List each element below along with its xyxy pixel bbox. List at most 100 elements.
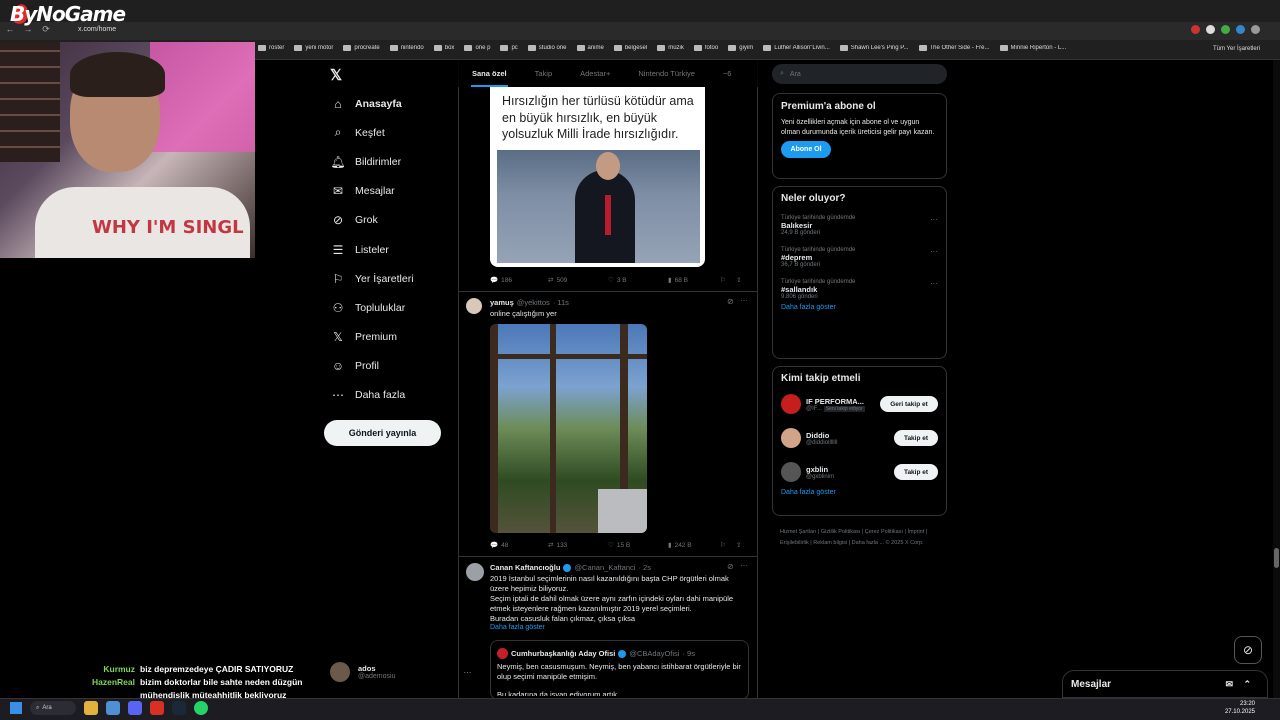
follow-suggestion[interactable]: IF PERFORMA... @IF... Seni takip ediyor G…: [781, 393, 938, 415]
sidebar-item-bildirimler[interactable]: 🔔︎ Bildirimler: [323, 147, 453, 176]
show-more-link[interactable]: Daha fazla göster: [781, 489, 938, 496]
follow-button[interactable]: Geri takip et: [880, 396, 938, 412]
grok-icon[interactable]: ⊘: [1234, 636, 1262, 664]
bookmark-item[interactable]: The Other Side - Fre...: [918, 45, 990, 51]
bookmark-item[interactable]: nintendo: [389, 45, 424, 51]
account-switcher[interactable]: ados @ademosiu ···: [330, 662, 471, 682]
sidebar-item-mesajlar[interactable]: ✉ Mesajlar: [323, 177, 453, 206]
bookmark-item[interactable]: Minnie Riperton - L...: [999, 45, 1066, 51]
repost-button[interactable]: ⇄ 133: [548, 541, 608, 550]
author-name[interactable]: yamuş: [490, 298, 514, 307]
bookmark-item[interactable]: yeni motor: [294, 45, 333, 51]
bookmark-item[interactable]: studio one: [527, 45, 567, 51]
more-icon[interactable]: ···: [930, 215, 938, 224]
more-icon[interactable]: ···: [740, 296, 748, 305]
sidebar-item-premium[interactable]: 𝕏 Premium: [323, 323, 453, 352]
show-more-link[interactable]: Daha fazla göster: [490, 624, 545, 631]
scrollbar[interactable]: [1273, 60, 1280, 700]
extension-icon[interactable]: [1236, 25, 1245, 34]
extension-icon[interactable]: [1191, 25, 1200, 34]
post-button[interactable]: Gönderi yayınla: [324, 420, 441, 446]
tab-list[interactable]: Adestar+: [580, 69, 610, 78]
views-button[interactable]: ▮ 68 B: [668, 276, 720, 285]
avatar[interactable]: [466, 298, 482, 314]
bookmark-item[interactable]: fotoo: [693, 45, 718, 51]
share-icon[interactable]: ⇪: [736, 276, 741, 284]
more-icon[interactable]: ···: [930, 247, 938, 256]
bookmark-item[interactable]: one p: [464, 45, 490, 51]
show-more-link[interactable]: Daha fazla göster: [781, 304, 938, 311]
author-name[interactable]: Canan Kaftancıoğlu: [490, 563, 560, 572]
tab-following[interactable]: Takip: [535, 69, 553, 78]
extension-icon[interactable]: [1251, 25, 1260, 34]
post-photo[interactable]: [490, 324, 647, 533]
bookmark-item[interactable]: müzik: [657, 45, 684, 51]
post-time[interactable]: · 11s: [553, 298, 569, 307]
app-icon[interactable]: [106, 701, 120, 715]
taskbar-search[interactable]: ⌕ Ara: [30, 701, 76, 715]
reply-button[interactable]: 💬 48: [490, 541, 548, 550]
views-button[interactable]: ▮ 242 B: [668, 541, 720, 550]
share-icon[interactable]: ⇪: [736, 541, 741, 549]
scrollbar-thumb[interactable]: [1274, 548, 1279, 568]
tab-more[interactable]: ~6: [723, 69, 732, 78]
messages-drawer[interactable]: Mesajlar ✉ ⌃: [1062, 670, 1268, 698]
tab-list[interactable]: Nintendo Türkiye: [638, 69, 695, 78]
all-bookmarks[interactable]: Tüm Yer İşaretleri: [1213, 46, 1260, 52]
bookmark-item[interactable]: roster: [258, 45, 284, 51]
bookmark-item[interactable]: belgesel: [613, 45, 647, 51]
new-message-icon[interactable]: ✉: [1225, 679, 1233, 690]
grok-icon[interactable]: ⊘: [727, 297, 734, 306]
trend-item[interactable]: Türkiye tarihinde gündemde #deprem 36,7 …: [781, 247, 938, 268]
like-button[interactable]: ♡ 15 B: [608, 541, 668, 550]
bookmark-item[interactable]: pc: [500, 45, 518, 51]
like-button[interactable]: ♡ 3 B: [608, 276, 668, 285]
post-time[interactable]: · 2s: [638, 563, 651, 572]
extension-icon[interactable]: [1221, 25, 1230, 34]
trend-item[interactable]: Türkiye tarihinde gündemde Balıkesir 24,…: [781, 215, 938, 236]
bookmark-icon[interactable]: ⚐: [720, 276, 736, 284]
chrome-icon[interactable]: [150, 701, 164, 715]
grok-icon[interactable]: ⊘: [727, 562, 734, 571]
follow-suggestion[interactable]: gxblin @gxblinim Takip et: [781, 461, 938, 483]
bookmark-icon[interactable]: ⚐: [720, 541, 736, 549]
explorer-icon[interactable]: [84, 701, 98, 715]
sidebar-item-grok[interactable]: ⊘ Grok: [323, 206, 453, 235]
avatar[interactable]: [466, 563, 484, 581]
bookmark-item[interactable]: Luther Allison"Livin...: [763, 45, 830, 51]
reply-button[interactable]: 💬 186: [490, 276, 548, 285]
url-field[interactable]: x.com/home: [78, 26, 116, 33]
sidebar-item-topluluklar[interactable]: ⚇ Topluluklar: [323, 293, 453, 322]
more-icon[interactable]: ···: [930, 279, 938, 288]
sidebar-item-yer-i-şaretleri[interactable]: ⚐ Yer İşaretleri: [323, 264, 453, 293]
sidebar-item-anasayfa[interactable]: ⌂ Anasayfa: [323, 89, 453, 118]
clock[interactable]: 23:20 27.10.2025: [1225, 700, 1255, 716]
follow-suggestion[interactable]: Diddio @diddiolllllll Takip et: [781, 427, 938, 449]
repost-button[interactable]: ⇄ 509: [548, 276, 608, 285]
author-handle[interactable]: @Canan_Kaftanci: [574, 563, 635, 572]
trend-item[interactable]: Türkiye tarihinde gündemde #sallandık 9.…: [781, 279, 938, 300]
bookmark-item[interactable]: Shawn Lee's Ping P...: [839, 45, 909, 51]
subscribe-button[interactable]: Abone Ol: [781, 141, 831, 158]
follow-button[interactable]: Takip et: [894, 430, 938, 446]
follow-button[interactable]: Takip et: [894, 464, 938, 480]
sidebar-item-keşfet[interactable]: ⌕ Keşfet: [323, 118, 453, 147]
whatsapp-icon[interactable]: [194, 701, 208, 715]
extension-icon[interactable]: [1206, 25, 1215, 34]
search-input[interactable]: ⌕ Ara: [772, 64, 947, 84]
x-logo-icon[interactable]: 𝕏: [330, 66, 342, 84]
footer-links[interactable]: Hizmet Şartları | Gizlilik Politikası | …: [780, 527, 950, 549]
sidebar-item-daha-fazla[interactable]: ⋯ Daha fazla: [323, 381, 453, 410]
tab-for-you[interactable]: Sana özel: [472, 69, 507, 78]
discord-icon[interactable]: [128, 701, 142, 715]
quoted-post[interactable]: Cumhurbaşkanlığı Aday Ofisi @CBAdayOfisi…: [490, 640, 749, 700]
chevron-up-icon[interactable]: ⌃: [1243, 679, 1251, 690]
sidebar-item-listeler[interactable]: ☰ Listeler: [323, 235, 453, 264]
sidebar-item-profil[interactable]: ☺ Profil: [323, 352, 453, 381]
bookmark-item[interactable]: anime: [576, 45, 604, 51]
bookmark-item[interactable]: procreate: [343, 45, 380, 51]
more-icon[interactable]: ···: [740, 561, 748, 570]
author-handle[interactable]: @yekittos: [517, 298, 550, 307]
start-icon[interactable]: [10, 702, 22, 714]
bookmark-item[interactable]: box: [433, 45, 454, 51]
